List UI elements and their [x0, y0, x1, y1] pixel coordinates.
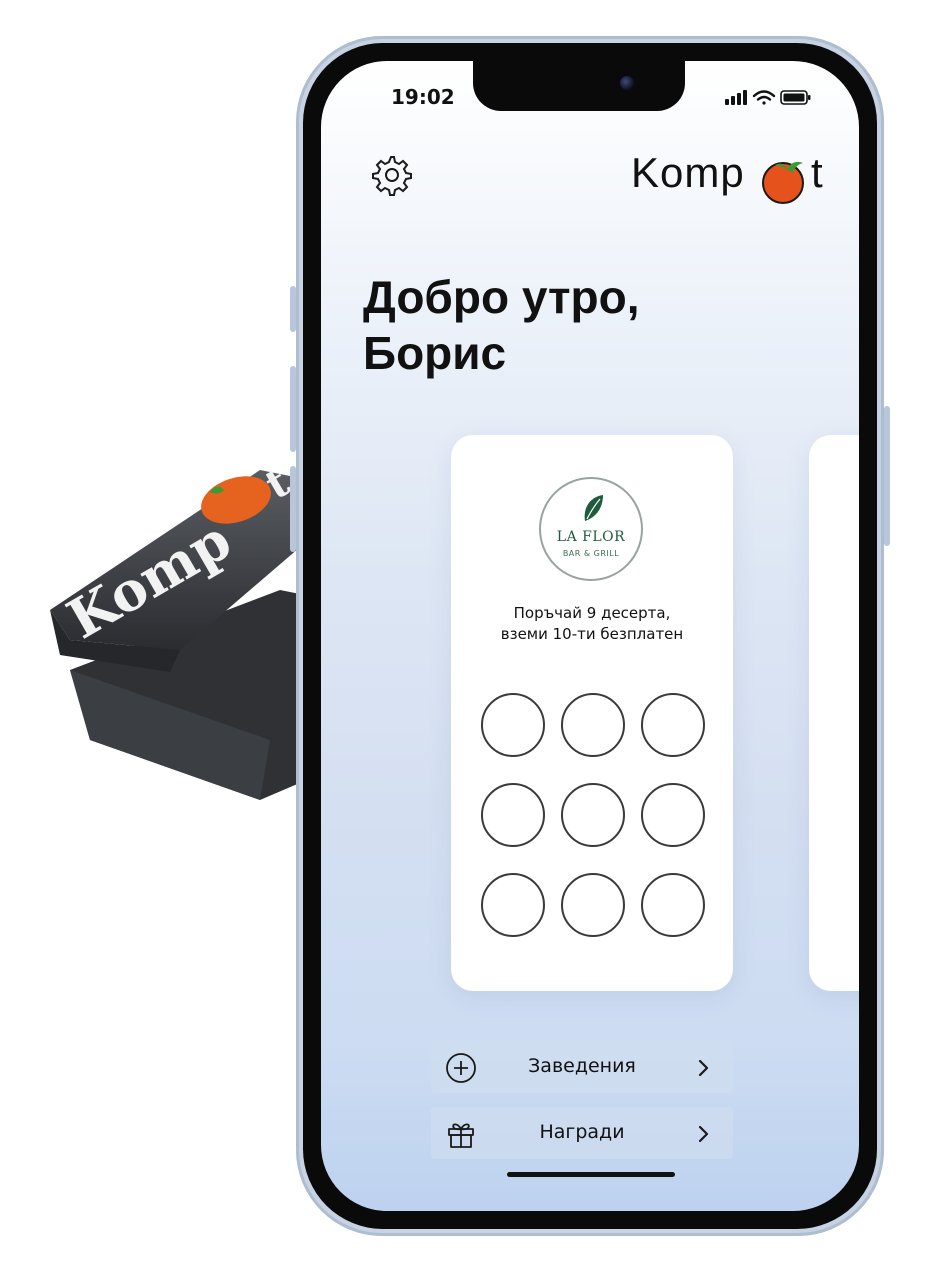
venue-logo-name: LA FLOR — [556, 529, 626, 545]
stamp-slot — [641, 873, 705, 937]
home-indicator[interactable] — [507, 1172, 675, 1177]
offer-text: Поръчай 9 десерта, вземи 10-ти безплатен — [451, 603, 733, 645]
greeting-line-1: Добро утро, — [363, 271, 640, 323]
stamp-grid — [481, 693, 705, 937]
stamp-slot — [481, 873, 545, 937]
camera-icon — [620, 76, 634, 90]
stamp-slot — [481, 693, 545, 757]
loyalty-card[interactable]: LA FLOR BAR & GRILL Поръчай 9 десерта, в… — [451, 435, 733, 991]
greeting: Добро утро, Борис — [363, 269, 639, 381]
venues-button[interactable]: Заведения — [431, 1041, 733, 1093]
battery-icon — [780, 90, 811, 105]
gear-icon — [372, 156, 412, 196]
wifi-icon — [752, 90, 776, 105]
stamp-slot — [641, 783, 705, 847]
offer-line-2: вземи 10-ти безплатен — [500, 625, 684, 643]
phone-frame: 19:02 Komp t Добро утро, Борис LA FLOR B… — [290, 36, 890, 1236]
phone-bezel: 19:02 Komp t Добро утро, Борис LA FLOR B… — [303, 43, 877, 1229]
next-loyalty-card[interactable] — [809, 435, 859, 991]
stamp-slot — [641, 693, 705, 757]
leaf-icon — [584, 495, 603, 521]
app-screen: 19:02 Komp t Добро утро, Борис LA FLOR B… — [321, 61, 859, 1211]
volume-up-button — [290, 366, 296, 452]
gift-icon — [448, 1123, 474, 1148]
signal-icon — [725, 90, 747, 105]
rewards-label: Награди — [539, 1121, 625, 1143]
plus-circle-icon — [446, 1053, 476, 1083]
brand-text-end: t — [811, 149, 824, 196]
stamp-slot — [561, 873, 625, 937]
mute-switch — [290, 286, 296, 332]
stamp-slot — [481, 783, 545, 847]
chevron-right-icon — [698, 1059, 709, 1077]
brand-logo: Komp t — [631, 149, 831, 209]
stamp-slot — [561, 783, 625, 847]
status-icons — [725, 87, 815, 107]
rewards-button[interactable]: Награди — [431, 1107, 733, 1159]
power-button — [884, 406, 890, 546]
stamp-slot — [561, 693, 625, 757]
greeting-user-name: Борис — [363, 327, 507, 379]
notch — [473, 61, 685, 111]
venue-logo: LA FLOR BAR & GRILL — [539, 477, 643, 581]
brand-text: Komp — [631, 149, 745, 196]
status-time: 19:02 — [391, 85, 455, 109]
venue-logo-subtitle: BAR & GRILL — [562, 549, 620, 558]
venues-label: Заведения — [528, 1055, 636, 1077]
settings-button[interactable] — [369, 153, 413, 197]
offer-line-1: Поръчай 9 десерта, — [513, 604, 671, 622]
chevron-right-icon — [698, 1125, 709, 1143]
volume-down-button — [290, 466, 296, 552]
tomato-icon — [762, 161, 804, 204]
